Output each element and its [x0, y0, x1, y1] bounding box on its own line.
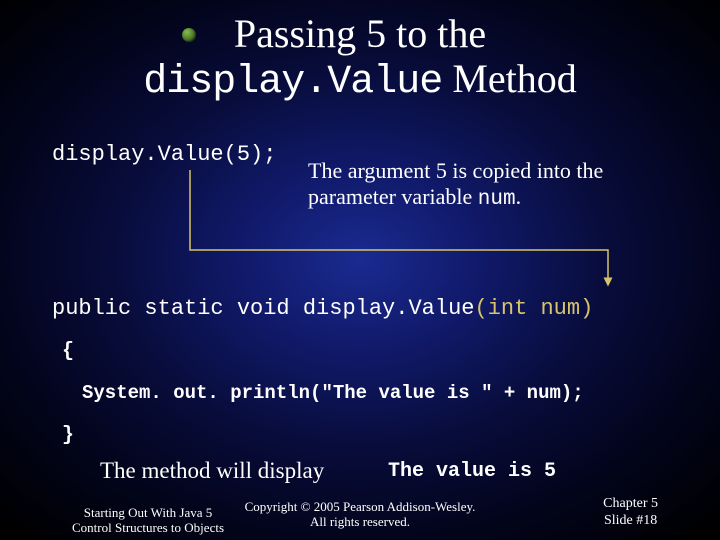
title-line1: Passing 5 to the — [234, 11, 486, 56]
caption-post: . — [516, 184, 522, 209]
sig-param: int num — [488, 296, 580, 321]
title-suffix: Method — [442, 56, 576, 101]
caption-code: num — [478, 188, 516, 211]
method-body: System. out. println("The value is " + n… — [82, 382, 584, 404]
footer-right-line2: Slide #18 — [604, 513, 657, 528]
slide-title: Passing 5 to the display.Value Method — [0, 12, 720, 106]
output-value: The value is 5 — [388, 460, 556, 483]
brace-close: } — [62, 424, 74, 447]
caption-line1: The argument 5 is copied into the — [308, 158, 603, 183]
brace-open: { — [62, 340, 74, 363]
method-will-display: The method will display — [100, 458, 324, 484]
footer-right-line1: Chapter 5 — [603, 496, 658, 511]
caption-line2-pre: parameter variable — [308, 184, 478, 209]
footer-center-line1: Copyright © 2005 Pearson Addison-Wesley. — [245, 499, 476, 514]
caption-text: The argument 5 is copied into the parame… — [308, 158, 603, 213]
sig-paren-close: ) — [580, 296, 593, 321]
title-code: display.Value — [143, 60, 442, 105]
sig-paren-open: ( — [474, 296, 487, 321]
sig-pre: public static void display.Value — [52, 296, 474, 321]
method-signature: public static void display.Value(int num… — [52, 296, 593, 321]
footer-center-line2: All rights reserved. — [310, 514, 410, 529]
call-code: display.Value(5); — [52, 142, 276, 167]
footer-right: Chapter 5 Slide #18 — [603, 496, 658, 530]
